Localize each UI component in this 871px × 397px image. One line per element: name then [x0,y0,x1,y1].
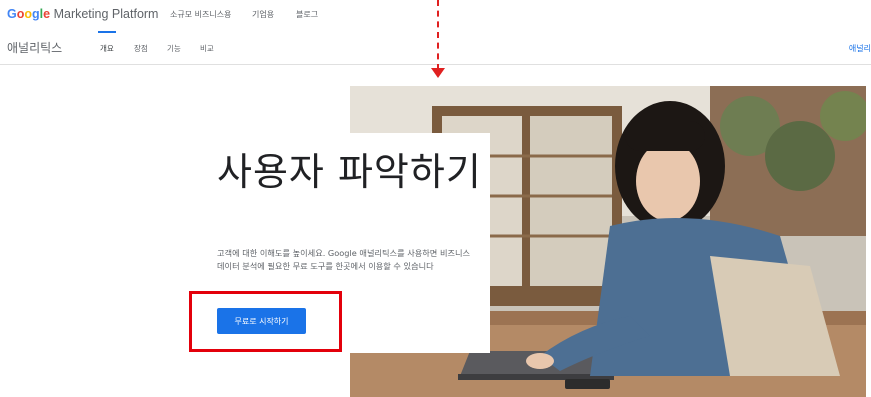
hero-description: 고객에 대한 이해도를 높이세요. Google 애널리틱스를 사용하면 비즈니… [217,248,471,271]
annotation-arrow-line [437,0,439,70]
tab-overview[interactable]: 개요 [100,43,114,54]
active-tab-indicator [98,31,116,33]
product-subnav: 애널리틱스 개요 장점 기능 비교 애널리 [0,30,871,65]
google-marketing-platform-logo[interactable]: Google Marketing Platform [7,7,158,21]
nav-enterprise[interactable]: 기업용 [252,9,274,20]
product-title[interactable]: 애널리틱스 [7,39,62,56]
annotation-arrow-head-icon [431,68,445,78]
nav-small-business[interactable]: 소규모 비즈니스용 [170,9,231,20]
logo-google-wordmark: Google [7,7,51,21]
nav-blog[interactable]: 블로그 [296,9,318,20]
start-free-button[interactable]: 무료로 시작하기 [217,308,306,334]
tab-compare[interactable]: 비교 [200,43,214,54]
top-bar: Google Marketing Platform 소규모 비즈니스용 기업용 … [0,0,871,30]
logo-product-name: Marketing Platform [53,7,159,21]
analytics-link[interactable]: 애널리 [849,43,871,54]
tab-benefits[interactable]: 장점 [134,43,148,54]
tab-features[interactable]: 기능 [167,43,181,54]
hero-title: 사용자 파악하기 [217,150,482,194]
